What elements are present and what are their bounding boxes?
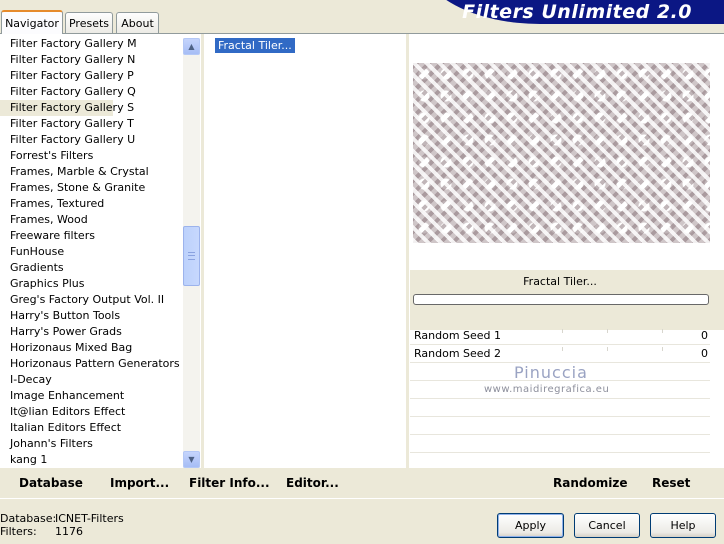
preview-image (413, 63, 710, 243)
cancel-button[interactable]: Cancel (574, 513, 640, 538)
tab-presets[interactable]: Presets (65, 12, 113, 33)
param-row-empty (410, 399, 710, 417)
category-item[interactable]: Graphics Plus (0, 276, 183, 292)
category-item[interactable]: Filter Factory Gallery S (0, 100, 134, 116)
tick-mark (562, 347, 563, 351)
category-scrollbar[interactable]: ▲ ▼ (183, 38, 200, 468)
param-name: Random Seed 2 (414, 347, 502, 360)
preview-filter-name: Fractal Tiler... (523, 275, 597, 288)
import-button[interactable]: Import... (110, 476, 169, 490)
param-row-empty (410, 435, 710, 453)
help-button[interactable]: Help (650, 513, 716, 538)
param-value: 0 (701, 329, 708, 342)
grip-icon (188, 252, 195, 260)
chevron-down-icon: ▼ (188, 455, 195, 464)
reset-button[interactable]: Reset (652, 476, 690, 490)
tick-mark (607, 347, 608, 351)
parameter-table: Random Seed 1 0 Random Seed 2 0 (410, 327, 710, 489)
title-banner: Filters Unlimited 2.0 (420, 0, 724, 24)
database-info: Database: ICNET-Filters Filters: 1176 (0, 512, 124, 538)
chevron-up-icon: ▲ (188, 42, 195, 51)
tab-about[interactable]: About (116, 12, 159, 33)
panel-divider (201, 34, 204, 468)
tick-mark (662, 347, 663, 351)
tab-navigator[interactable]: Navigator (1, 10, 63, 34)
category-item[interactable]: Filter Factory Gallery N (0, 52, 183, 68)
progress-bar (413, 294, 709, 305)
category-item[interactable]: Filter Factory Gallery U (0, 132, 183, 148)
action-bar: Database Import... Filter Info... Editor… (0, 468, 724, 498)
preview-panel: Fractal Tiler... Random Seed 1 0 Random … (410, 34, 724, 489)
category-item[interactable]: Italian Editors Effect (0, 420, 183, 436)
category-item[interactable]: FunHouse (0, 244, 183, 260)
category-item[interactable]: Johann's Filters (0, 436, 183, 452)
category-item[interactable]: Forrest's Filters (0, 148, 183, 164)
filter-list[interactable]: Fractal Tiler... (215, 38, 403, 53)
tick-mark (662, 329, 663, 333)
tick-mark (562, 329, 563, 333)
tab-strip: Navigator Presets About (0, 0, 420, 34)
filter-item[interactable]: Fractal Tiler... (215, 38, 295, 53)
category-item[interactable]: Filter Factory Gallery M (0, 36, 183, 52)
app-title: Filters Unlimited 2.0 (462, 1, 692, 23)
footer: Database: ICNET-Filters Filters: 1176 Ap… (0, 499, 724, 544)
scroll-up-button[interactable]: ▲ (183, 38, 200, 55)
param-value: 0 (701, 347, 708, 360)
category-item[interactable]: Filter Factory Gallery T (0, 116, 183, 132)
category-item[interactable]: Greg's Factory Output Vol. II (0, 292, 183, 308)
category-item[interactable]: Harry's Power Grads (0, 324, 183, 340)
param-row-empty (410, 417, 710, 435)
param-row[interactable]: Random Seed 2 0 (410, 345, 710, 363)
database-value: ICNET-Filters (55, 512, 124, 525)
scroll-down-button[interactable]: ▼ (183, 451, 200, 468)
filter-info-button[interactable]: Filter Info... (189, 476, 270, 490)
category-item[interactable]: kang 1 (0, 452, 183, 468)
randomize-button[interactable]: Randomize (553, 476, 627, 490)
category-item[interactable]: I-Decay (0, 372, 183, 388)
category-item[interactable]: Filter Factory Gallery Q (0, 84, 183, 100)
category-item[interactable]: Image Enhancement (0, 388, 183, 404)
category-item[interactable]: Frames, Wood (0, 212, 183, 228)
category-item[interactable]: It@lian Editors Effect (0, 404, 183, 420)
category-list[interactable]: Filter Factory Gallery M Filter Factory G… (0, 36, 183, 468)
editor-button[interactable]: Editor... (286, 476, 339, 490)
apply-button[interactable]: Apply (497, 513, 564, 538)
database-label: Database: (0, 512, 57, 525)
scroll-thumb[interactable] (183, 226, 200, 286)
filters-count: 1176 (55, 525, 83, 538)
category-item[interactable]: Gradients (0, 260, 183, 276)
param-row[interactable]: Random Seed 1 0 (410, 327, 710, 345)
category-item[interactable]: Horizonaus Pattern Generators (0, 356, 183, 372)
database-button[interactable]: Database (19, 476, 83, 490)
tick-mark (607, 329, 608, 333)
param-name: Random Seed 1 (414, 329, 502, 342)
category-item[interactable]: Frames, Marble & Crystal (0, 164, 183, 180)
panel-divider (406, 34, 409, 468)
filters-label: Filters: (0, 525, 37, 538)
category-item[interactable]: Freeware filters (0, 228, 183, 244)
main-frame: Filter Factory Gallery M Filter Factory G… (0, 33, 724, 499)
category-item[interactable]: Frames, Stone & Granite (0, 180, 183, 196)
category-item[interactable]: Horizonaus Mixed Bag (0, 340, 183, 356)
category-item[interactable]: Frames, Textured (0, 196, 183, 212)
category-item[interactable]: Harry's Button Tools (0, 308, 183, 324)
watermark-name: Pinuccia (514, 363, 588, 382)
category-item[interactable]: Filter Factory Gallery P (0, 68, 183, 84)
watermark-url: www.maidiregrafica.eu (484, 384, 610, 395)
